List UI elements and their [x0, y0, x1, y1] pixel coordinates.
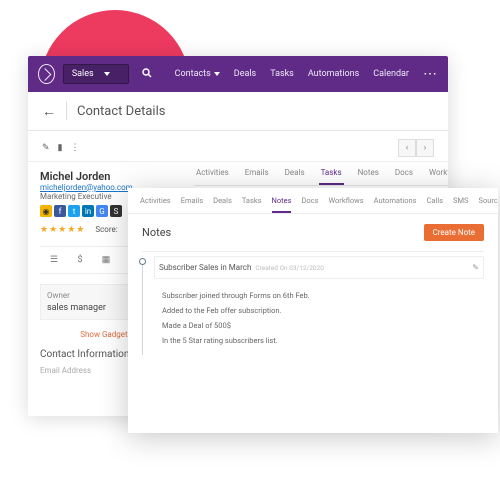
- notes-tab-docs[interactable]: Docs: [301, 196, 318, 213]
- chevron-down-icon: [214, 72, 220, 76]
- note-line: In the 5 Star rating subscribers list.: [162, 336, 476, 345]
- notes-tab-emails[interactable]: Emails: [181, 196, 203, 213]
- notes-tab-workflows[interactable]: Workflows: [328, 196, 363, 213]
- note-header-row[interactable]: Subscriber Sales in March Created On 03/…: [154, 256, 484, 279]
- notes-tab-notes[interactable]: Notes: [272, 196, 292, 213]
- notes-tab-deals[interactable]: Deals: [213, 196, 232, 213]
- notes-tab-bar: Activities Emails Deals Tasks Notes Docs…: [128, 188, 498, 214]
- notes-section-title: Notes: [142, 226, 171, 239]
- contact-toolbar: ✎ ▮ ⋮ ‹ ›: [28, 131, 448, 162]
- back-arrow-icon[interactable]: ←: [42, 103, 56, 120]
- skype-icon[interactable]: S: [110, 205, 122, 217]
- top-nav-bar: Sales Contacts Deals Tasks Automations C…: [28, 56, 448, 92]
- twitter-icon[interactable]: t: [68, 205, 80, 217]
- notes-quick-icon[interactable]: ☰: [44, 251, 64, 269]
- notes-tab-calls[interactable]: Calls: [427, 196, 443, 213]
- copy-icon[interactable]: ▮: [58, 143, 63, 153]
- notes-overlay-window: Activities Emails Deals Tasks Notes Docs…: [128, 188, 498, 433]
- module-label: Sales: [72, 69, 94, 79]
- page-title: Contact Details: [77, 104, 165, 119]
- notes-tab-activities[interactable]: Activities: [140, 196, 171, 213]
- next-record-button[interactable]: ›: [416, 139, 434, 157]
- module-selector[interactable]: Sales: [63, 64, 129, 84]
- nav-automations[interactable]: Automations: [308, 69, 359, 79]
- globe-icon[interactable]: ◉: [40, 205, 52, 217]
- linkedin-icon[interactable]: in: [82, 205, 94, 217]
- note-created-meta: Created On 03/12/2020: [255, 264, 323, 272]
- tab-emails[interactable]: Emails: [243, 162, 271, 185]
- note-body: Subscriber joined through Forms on 6th F…: [154, 279, 484, 355]
- nav-calendar[interactable]: Calendar: [373, 69, 409, 79]
- primary-nav: Contacts Deals Tasks Automations Calenda…: [175, 66, 438, 82]
- divider: [66, 102, 67, 120]
- google-icon[interactable]: G: [96, 205, 108, 217]
- detail-tab-bar: Activities Emails Deals Tasks Notes Docs…: [194, 162, 448, 186]
- record-pager: ‹ ›: [398, 139, 434, 157]
- page-header: ← Contact Details: [28, 92, 448, 131]
- timeline-line: [142, 258, 143, 355]
- notes-tab-tasks[interactable]: Tasks: [242, 196, 262, 213]
- deal-quick-icon[interactable]: $: [70, 251, 90, 269]
- tab-docs[interactable]: Docs: [393, 162, 415, 185]
- timeline-dot-icon: [139, 258, 146, 265]
- note-item: Subscriber Sales in March Created On 03/…: [142, 251, 484, 355]
- tab-workflows[interactable]: Workflows: [427, 162, 448, 185]
- star-rating: ★★★★★: [40, 225, 85, 235]
- kebab-icon[interactable]: ⋮: [71, 143, 80, 153]
- nav-deals[interactable]: Deals: [234, 69, 256, 79]
- tab-activities[interactable]: Activities: [194, 162, 231, 185]
- more-icon[interactable]: ⋯: [423, 66, 438, 82]
- notes-tab-sources[interactable]: Sources: [479, 196, 499, 213]
- nav-tasks[interactable]: Tasks: [270, 69, 294, 79]
- edit-icon[interactable]: ✎: [42, 143, 50, 153]
- tab-notes[interactable]: Notes: [356, 162, 381, 185]
- nav-contacts[interactable]: Contacts: [175, 69, 220, 79]
- tab-tasks[interactable]: Tasks: [319, 162, 344, 185]
- chevron-down-icon: [104, 72, 110, 76]
- calendar-quick-icon[interactable]: ▦: [96, 251, 116, 269]
- facebook-icon[interactable]: f: [54, 205, 66, 217]
- notes-tab-automations[interactable]: Automations: [374, 196, 417, 213]
- note-line: Added to the Feb offer subscription.: [162, 306, 476, 315]
- edit-note-icon[interactable]: ✎: [472, 263, 479, 272]
- search-icon[interactable]: [141, 67, 153, 82]
- note-line: Subscriber joined through Forms on 6th F…: [162, 291, 476, 300]
- tab-deals[interactable]: Deals: [283, 162, 307, 185]
- prev-record-button[interactable]: ‹: [398, 139, 416, 157]
- create-note-button[interactable]: Create Note: [424, 224, 484, 241]
- contact-name: Michel Jorden: [40, 170, 172, 183]
- score-label: Score:: [95, 225, 117, 234]
- app-logo-icon[interactable]: [38, 64, 55, 84]
- note-title: Subscriber Sales in March: [159, 263, 251, 272]
- note-line: Made a Deal of 500$: [162, 321, 476, 330]
- notes-tab-sms[interactable]: SMS: [453, 196, 468, 213]
- notes-header-row: Notes Create Note: [128, 214, 498, 251]
